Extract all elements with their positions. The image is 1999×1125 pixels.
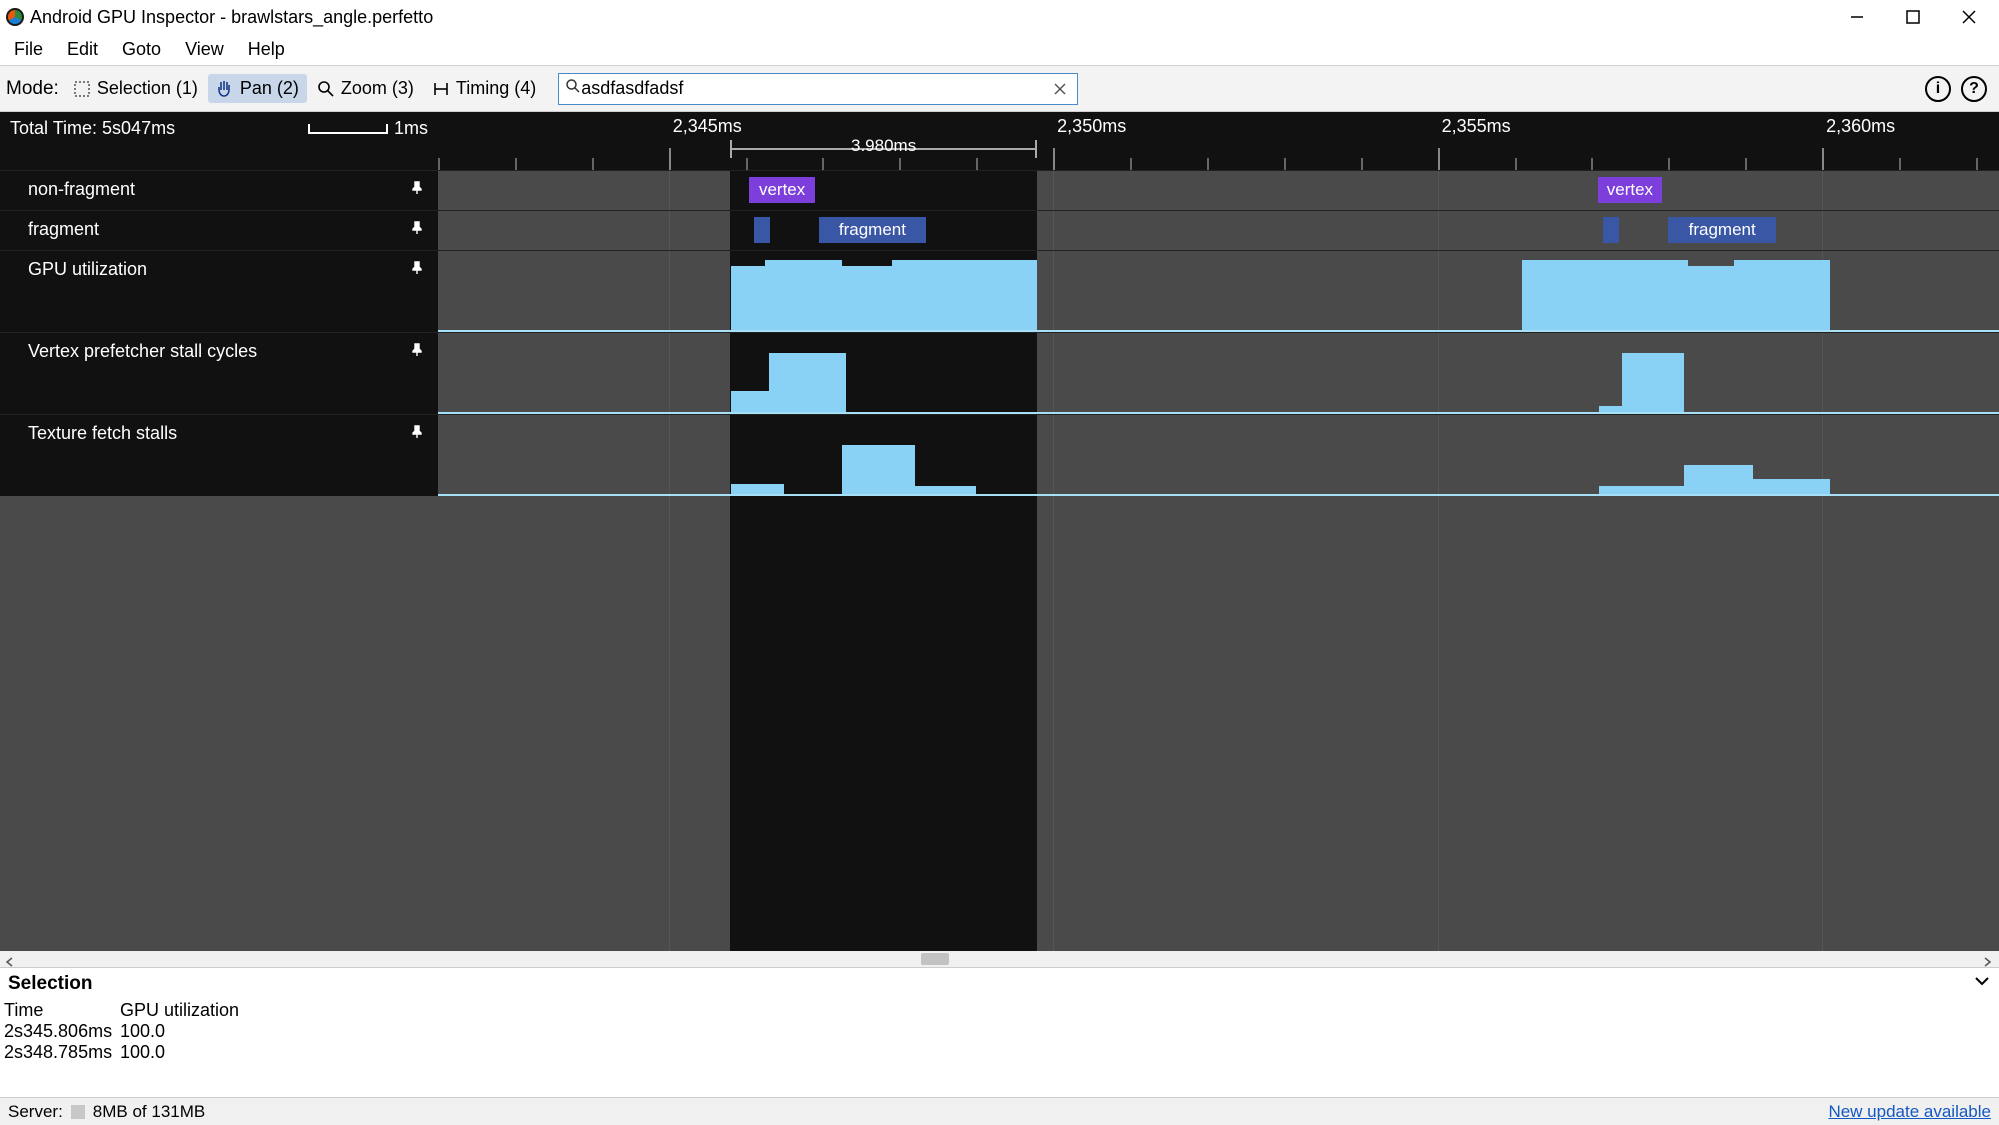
col-time: Time: [4, 1000, 120, 1021]
timeline[interactable]: Total Time: 5s047ms 1ms 2,345ms2,350ms2,…: [0, 112, 1999, 951]
counter-bar[interactable]: [1522, 260, 1687, 330]
track-non-fragment[interactable]: non-fragment vertex vertex: [0, 170, 1999, 210]
fragment-segment[interactable]: [754, 217, 770, 243]
vertex-segment[interactable]: vertex: [1598, 177, 1663, 203]
zoom-span-label: 3.980ms: [851, 136, 916, 156]
selection-row[interactable]: 2s348.785ms100.0: [4, 1042, 1999, 1063]
mode-zoom[interactable]: Zoom (3): [309, 74, 422, 103]
statusbar: Server: 8MB of 131MB New update availabl…: [0, 1097, 1999, 1125]
pin-icon[interactable]: [410, 179, 424, 193]
scroll-right-icon[interactable]: [1981, 952, 1995, 966]
time-ruler[interactable]: 2,345ms2,350ms2,355ms2,360ms3.980ms: [438, 112, 1999, 170]
selection-panel: Selection Time GPU utilization 2s345.806…: [0, 967, 1999, 1097]
menu-file[interactable]: File: [4, 35, 53, 64]
vertex-segment[interactable]: vertex: [749, 177, 814, 203]
toolbar: Mode: Selection (1)Pan (2)Zoom (3)Timing…: [0, 66, 1999, 112]
app-icon: [6, 8, 24, 26]
pin-icon[interactable]: [410, 219, 424, 233]
counter-bar[interactable]: [1684, 465, 1753, 494]
menubar: FileEditGotoViewHelp: [0, 34, 1999, 66]
horizontal-scrollbar[interactable]: [0, 951, 1999, 967]
track-label: non-fragment: [28, 179, 135, 200]
counter-bar[interactable]: [765, 260, 842, 330]
info-button[interactable]: i: [1925, 76, 1951, 102]
track-label: fragment: [28, 219, 99, 240]
counter-bar[interactable]: [1734, 260, 1830, 330]
scroll-thumb[interactable]: [921, 953, 949, 965]
window-title: Android GPU Inspector - brawlstars_angle…: [30, 7, 433, 28]
scroll-left-icon[interactable]: [4, 952, 18, 966]
minimize-button[interactable]: [1843, 3, 1871, 31]
mode-timing[interactable]: Timing (4): [424, 74, 544, 103]
mode-selection[interactable]: Selection (1): [65, 74, 206, 103]
menu-goto[interactable]: Goto: [112, 35, 171, 64]
counter-bar[interactable]: [1622, 353, 1684, 413]
menu-help[interactable]: Help: [238, 35, 295, 64]
pin-icon[interactable]: [410, 259, 424, 273]
memory-usage: 8MB of 131MB: [93, 1102, 205, 1122]
track-label: GPU utilization: [28, 259, 147, 280]
track-label: Vertex prefetcher stall cycles: [28, 341, 257, 362]
collapse-icon[interactable]: [1973, 972, 1991, 996]
mode-pan[interactable]: Pan (2): [208, 74, 307, 103]
maximize-button[interactable]: [1899, 3, 1927, 31]
counter-bar[interactable]: [915, 486, 977, 494]
track-label: Texture fetch stalls: [28, 423, 177, 444]
counter-bar[interactable]: [1599, 486, 1684, 494]
counter-bar[interactable]: [892, 260, 1037, 330]
counter-bar[interactable]: [1599, 406, 1622, 412]
counter-bar[interactable]: [842, 445, 915, 494]
counter-bar[interactable]: [731, 266, 765, 330]
fragment-segment[interactable]: fragment: [1668, 217, 1776, 243]
selection-icon: [73, 80, 91, 98]
track-vertex-prefetcher-stall-cycles[interactable]: Vertex prefetcher stall cycles: [0, 332, 1999, 414]
selection-row[interactable]: 2s345.806ms100.0: [4, 1021, 1999, 1042]
pin-icon[interactable]: [410, 423, 424, 437]
search-box[interactable]: [558, 73, 1078, 105]
mode-label: Mode:: [6, 78, 61, 100]
selection-title: Selection: [8, 973, 92, 995]
track-texture-fetch-stalls[interactable]: Texture fetch stalls: [0, 414, 1999, 496]
titlebar: Android GPU Inspector - brawlstars_angle…: [0, 0, 1999, 34]
server-label: Server:: [8, 1102, 63, 1122]
zoom-icon: [317, 80, 335, 98]
scale-indicator: 1ms: [308, 118, 428, 139]
counter-bar[interactable]: [842, 266, 892, 330]
menu-view[interactable]: View: [175, 35, 234, 64]
search-input[interactable]: [581, 78, 1053, 99]
counter-bar[interactable]: [769, 353, 846, 413]
track-gpu-utilization[interactable]: GPU utilization: [0, 250, 1999, 332]
update-link[interactable]: New update available: [1828, 1102, 1991, 1122]
help-button[interactable]: ?: [1961, 76, 1987, 102]
counter-bar[interactable]: [1688, 266, 1734, 330]
pan-icon: [216, 80, 234, 98]
timing-icon: [432, 80, 450, 98]
fragment-segment[interactable]: fragment: [819, 217, 927, 243]
counter-bar[interactable]: [1753, 479, 1830, 494]
total-time-label: Total Time: 5s047ms: [10, 118, 175, 139]
pin-icon[interactable]: [410, 341, 424, 355]
scale-label: 1ms: [394, 118, 428, 139]
counter-bar[interactable]: [731, 391, 769, 412]
col-value: GPU utilization: [120, 1000, 239, 1021]
fragment-segment[interactable]: [1603, 217, 1619, 243]
counter-bar[interactable]: [731, 484, 784, 495]
close-button[interactable]: [1955, 3, 1983, 31]
search-icon: [565, 78, 581, 99]
clear-search-icon[interactable]: [1053, 80, 1071, 98]
memory-swatch-icon: [71, 1105, 85, 1119]
track-fragment[interactable]: fragment fragment fragment: [0, 210, 1999, 250]
menu-edit[interactable]: Edit: [57, 35, 108, 64]
